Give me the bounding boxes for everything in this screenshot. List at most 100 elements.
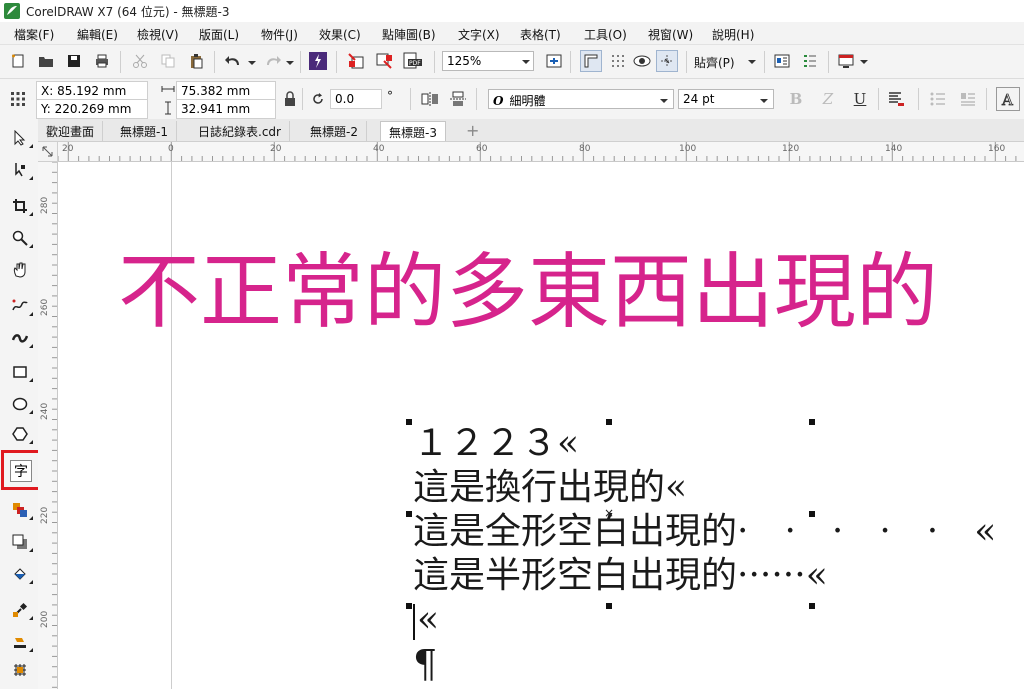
tab-untitled-3[interactable]: 無標題-3 [380, 121, 446, 141]
drawing-canvas[interactable]: 不正常的多東西出現的 １２２３« 這是換行出現的« 這是全形空白出現的· · ·… [58, 162, 1024, 689]
print-icon[interactable] [92, 51, 112, 71]
drop-cap-icon[interactable] [958, 89, 978, 109]
snap-to-dropdown-icon[interactable] [748, 60, 756, 64]
object-height-field[interactable]: 32.941 mm [176, 99, 276, 119]
welcome-screen-icon[interactable] [772, 51, 792, 71]
selection-handle[interactable] [809, 603, 815, 609]
undo-icon[interactable] [224, 51, 244, 71]
undo-dropdown-icon[interactable] [248, 61, 256, 65]
font-size-dropdown-icon[interactable] [760, 99, 768, 103]
text-line: １２２３« [413, 424, 579, 464]
menu-object[interactable]: 物件(J) [261, 26, 298, 43]
ruler-origin[interactable] [38, 142, 58, 162]
copy-icon[interactable] [158, 51, 178, 71]
bold-icon[interactable]: B [786, 89, 806, 109]
snap-to-document-grid-icon[interactable] [656, 50, 678, 72]
new-document-icon[interactable] [8, 51, 28, 71]
x-position-field[interactable]: X: 85.192 mm [36, 81, 148, 101]
mirror-horizontal-icon[interactable] [420, 89, 440, 109]
underline-icon[interactable]: U [850, 89, 870, 109]
options-icon[interactable] [800, 51, 820, 71]
open-folder-icon[interactable] [36, 51, 56, 71]
object-width-field[interactable]: 75.382 mm [176, 81, 276, 101]
show-grid-icon[interactable] [608, 51, 628, 71]
tab-log-sheet[interactable]: 日誌紀錄表.cdr [190, 121, 290, 141]
menu-file[interactable]: 檔案(F) [14, 26, 54, 43]
launcher-dropdown-icon[interactable] [860, 60, 868, 64]
smart-fill-tool-icon[interactable] [9, 659, 31, 681]
show-rulers-icon[interactable] [580, 50, 602, 72]
redo-dropdown-icon[interactable] [286, 61, 294, 65]
menu-bitmaps[interactable]: 點陣圖(B) [382, 26, 436, 43]
selection-handle[interactable] [606, 419, 612, 425]
pan-tool-icon[interactable] [9, 259, 31, 281]
eyedropper-tool-icon[interactable] [9, 599, 33, 621]
menu-view[interactable]: 檢視(V) [137, 26, 179, 43]
selection-handle[interactable] [406, 511, 412, 517]
menu-window[interactable]: 視窗(W) [648, 26, 693, 43]
fill-tool-icon[interactable] [9, 563, 33, 585]
text-line: « [413, 600, 439, 640]
freehand-tool-icon[interactable] [9, 295, 33, 317]
vertical-ruler[interactable]: 280 260 240 220 200 [38, 162, 58, 689]
tab-welcome[interactable]: 歡迎畫面 [38, 121, 104, 141]
selection-handle[interactable] [406, 603, 412, 609]
save-icon[interactable] [64, 51, 84, 71]
publish-pdf-icon[interactable]: PDF [402, 51, 422, 71]
redo-icon[interactable] [262, 51, 282, 71]
menu-table[interactable]: 表格(T) [520, 26, 561, 43]
selection-handle[interactable] [809, 419, 815, 425]
headline-text[interactable]: 不正常的多東西出現的 [118, 225, 938, 344]
menu-effects[interactable]: 效果(C) [319, 26, 361, 43]
crop-tool-icon[interactable] [9, 195, 33, 217]
lock-ratio-icon[interactable] [280, 89, 300, 109]
polygon-tool-icon[interactable] [9, 423, 33, 445]
rotation-center-icon[interactable]: × [604, 506, 614, 520]
font-list-dropdown-icon[interactable] [660, 99, 668, 103]
text-tool-icon[interactable]: 字 [10, 460, 32, 482]
menu-text[interactable]: 文字(X) [458, 26, 500, 43]
cut-icon[interactable] [130, 51, 150, 71]
blend-tool-icon[interactable] [9, 499, 33, 521]
add-tab-icon[interactable]: + [466, 121, 479, 140]
selection-handle[interactable] [606, 603, 612, 609]
horizontal-ruler[interactable]: 20 0 20 40 60 80 100 120 140 160 [58, 142, 1024, 162]
menu-edit[interactable]: 編輯(E) [77, 26, 118, 43]
italic-icon[interactable]: Z [818, 89, 838, 109]
drop-shadow-tool-icon[interactable] [9, 531, 33, 553]
zoom-tool-icon[interactable] [9, 227, 33, 249]
rotation-angle-field[interactable]: 0.0 [330, 89, 382, 109]
artistic-media-tool-icon[interactable] [9, 327, 33, 349]
font-list-select[interactable]: O 細明體 [488, 89, 674, 109]
selection-handle[interactable] [406, 419, 412, 425]
menu-tools[interactable]: 工具(O) [584, 26, 627, 43]
full-screen-preview-icon[interactable] [544, 51, 564, 71]
line-break-marker: « [417, 599, 440, 640]
pick-tool-icon[interactable] [9, 127, 33, 149]
selection-handle[interactable] [809, 511, 815, 517]
menu-help[interactable]: 說明(H) [712, 26, 754, 43]
zoom-dropdown-icon[interactable] [522, 60, 530, 64]
application-launcher-icon[interactable] [836, 51, 856, 71]
text-alignment-icon[interactable] [886, 89, 906, 109]
show-guidelines-icon[interactable] [632, 51, 652, 71]
y-position-field[interactable]: Y: 220.269 mm [36, 99, 148, 119]
rectangle-tool-icon[interactable] [9, 361, 33, 383]
menu-layout[interactable]: 版面(L) [199, 26, 239, 43]
export-icon[interactable] [374, 51, 394, 71]
shape-tool-icon[interactable] [9, 159, 33, 181]
ellipse-tool-icon[interactable] [9, 393, 33, 415]
import-icon[interactable] [346, 51, 366, 71]
edit-text-icon[interactable]: A [996, 87, 1020, 111]
object-origin-icon[interactable] [8, 89, 28, 109]
bullet-list-icon[interactable] [928, 89, 948, 109]
tab-untitled-2[interactable]: 無標題-2 [302, 121, 367, 141]
snap-to-label[interactable]: 貼齊(P) [694, 54, 735, 71]
tab-untitled-1[interactable]: 無標題-1 [112, 121, 177, 141]
search-content-icon[interactable] [308, 51, 328, 71]
ruler-v-label: 280 [40, 196, 50, 214]
interactive-fill-tool-icon[interactable] [9, 631, 33, 653]
mirror-vertical-icon[interactable] [448, 89, 468, 109]
zoom-level-select[interactable]: 125% [442, 51, 534, 71]
paste-icon[interactable] [186, 51, 206, 71]
